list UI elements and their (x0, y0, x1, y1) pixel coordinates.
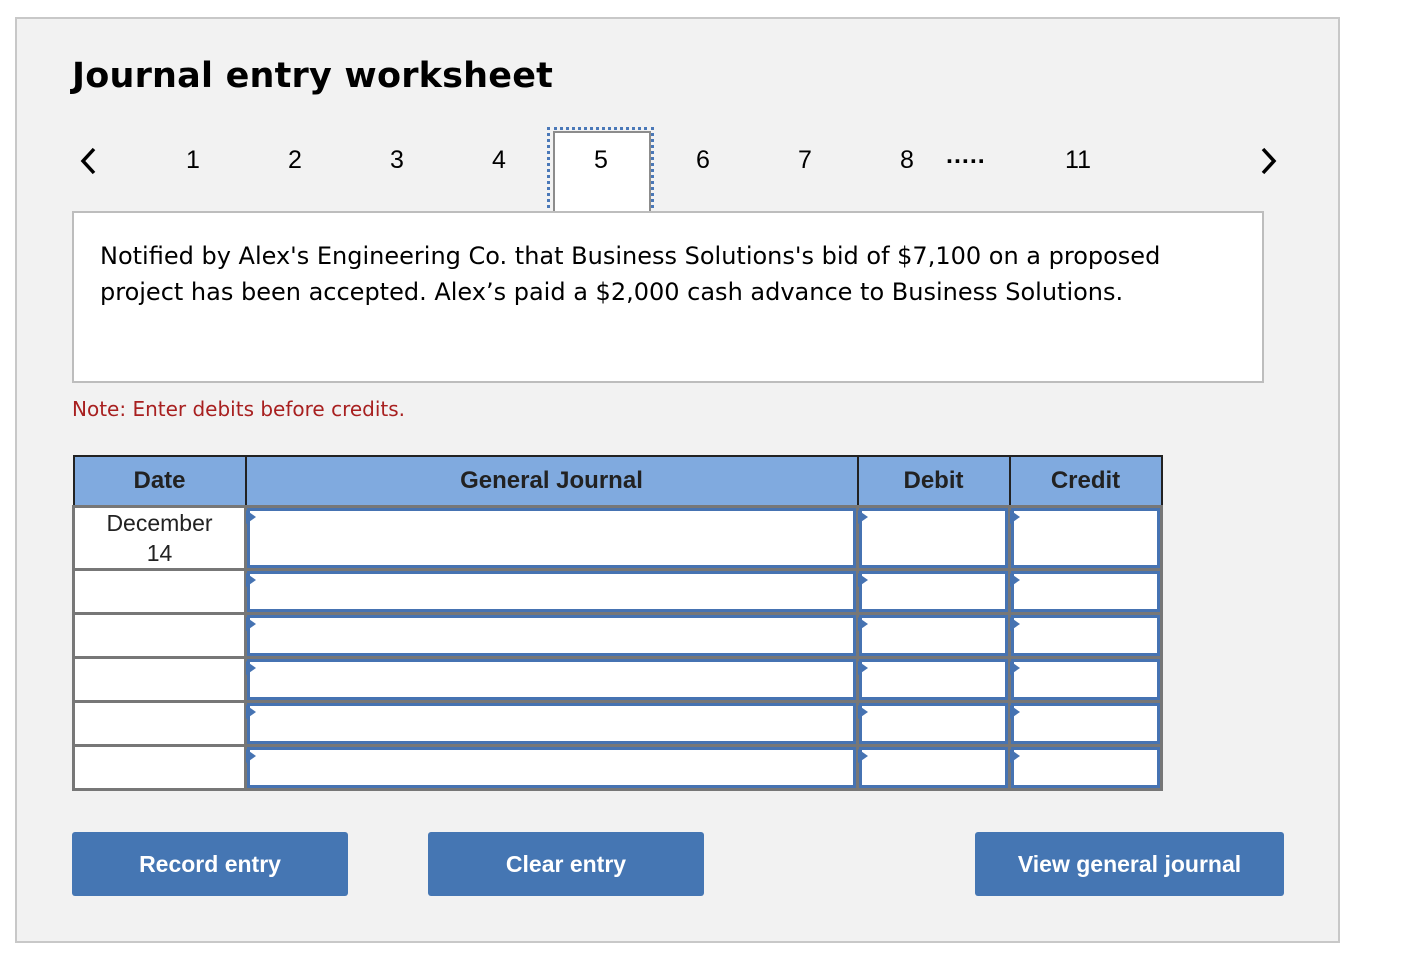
table-header-row: Date General Journal Debit Credit (72, 455, 1163, 508)
credit-input[interactable] (1011, 659, 1160, 700)
credit-input[interactable] (1011, 703, 1160, 744)
page-4[interactable]: 4 (479, 146, 519, 175)
date-cell[interactable] (72, 656, 247, 703)
debit-cell (856, 568, 1011, 615)
table-row (72, 568, 1163, 615)
dropdown-flag-icon (246, 705, 256, 719)
column-header-credit: Credit (1008, 455, 1163, 508)
debit-cell (856, 744, 1011, 791)
page-8[interactable]: 8 (887, 146, 927, 175)
clear-entry-button[interactable]: Clear entry (428, 832, 704, 896)
account-select[interactable] (247, 571, 856, 612)
debit-input[interactable] (859, 571, 1008, 612)
table-row (72, 612, 1163, 659)
column-header-debit: Debit (856, 455, 1011, 508)
dropdown-flag-icon (858, 573, 868, 587)
dropdown-flag-icon (1010, 573, 1020, 587)
dropdown-flag-icon (858, 705, 868, 719)
page-6[interactable]: 6 (683, 146, 723, 175)
debit-input[interactable] (859, 747, 1008, 788)
table-row (72, 656, 1163, 703)
dropdown-flag-icon (246, 510, 256, 524)
account-select[interactable] (247, 659, 856, 700)
table-row (72, 700, 1163, 747)
page-title: Journal entry worksheet (72, 56, 554, 96)
debit-input[interactable] (859, 659, 1008, 700)
dropdown-flag-icon (246, 661, 256, 675)
account-cell (244, 700, 859, 747)
page-2[interactable]: 2 (275, 146, 315, 175)
next-page-button[interactable] (1253, 141, 1283, 181)
pagination-ellipsis: ..... (946, 141, 986, 169)
page-7[interactable]: 7 (785, 146, 825, 175)
account-cell (244, 505, 859, 571)
chevron-right-icon (1261, 147, 1277, 175)
account-select[interactable] (247, 508, 856, 568)
table-row: December 14 (72, 505, 1163, 571)
debit-input[interactable] (859, 508, 1008, 568)
chevron-left-icon (80, 147, 96, 175)
credit-input[interactable] (1011, 747, 1160, 788)
debit-input[interactable] (859, 703, 1008, 744)
account-cell (244, 656, 859, 703)
dropdown-flag-icon (858, 510, 868, 524)
credit-cell (1008, 612, 1163, 659)
journal-table: Date General Journal Debit Credit Decemb… (72, 455, 1163, 791)
column-header-date: Date (72, 455, 247, 508)
credit-input[interactable] (1011, 508, 1160, 568)
dropdown-flag-icon (1010, 705, 1020, 719)
date-cell[interactable] (72, 744, 247, 791)
debit-cell (856, 612, 1011, 659)
page-11[interactable]: 11 (1058, 146, 1098, 175)
dropdown-flag-icon (858, 617, 868, 631)
dropdown-flag-icon (1010, 661, 1020, 675)
credit-input[interactable] (1011, 615, 1160, 656)
debit-cell (856, 700, 1011, 747)
debit-cell (856, 656, 1011, 703)
credit-cell (1008, 744, 1163, 791)
credit-cell (1008, 505, 1163, 571)
instruction-note: Note: Enter debits before credits. (72, 397, 406, 421)
date-cell: December 14 (72, 505, 247, 571)
transaction-description: Notified by Alex's Engineering Co. that … (100, 242, 1161, 306)
date-cell[interactable] (72, 612, 247, 659)
dropdown-flag-icon (246, 573, 256, 587)
account-cell (244, 612, 859, 659)
account-select[interactable] (247, 615, 856, 656)
credit-cell (1008, 656, 1163, 703)
date-cell[interactable] (72, 568, 247, 615)
page-5[interactable]: 5 (581, 146, 621, 175)
dropdown-flag-icon (858, 749, 868, 763)
record-entry-button[interactable]: Record entry (72, 832, 348, 896)
debit-cell (856, 505, 1011, 571)
credit-cell (1008, 700, 1163, 747)
account-cell (244, 568, 859, 615)
account-select[interactable] (247, 747, 856, 788)
prev-page-button[interactable] (74, 141, 104, 181)
dropdown-flag-icon (858, 661, 868, 675)
table-row (72, 744, 1163, 791)
dropdown-flag-icon (1010, 749, 1020, 763)
page-1[interactable]: 1 (173, 146, 213, 175)
date-cell[interactable] (72, 700, 247, 747)
view-general-journal-button[interactable]: View general journal (975, 832, 1284, 896)
credit-cell (1008, 568, 1163, 615)
column-header-general-journal: General Journal (244, 455, 859, 508)
debit-input[interactable] (859, 615, 1008, 656)
page-3[interactable]: 3 (377, 146, 417, 175)
account-cell (244, 744, 859, 791)
account-select[interactable] (247, 703, 856, 744)
dropdown-flag-icon (1010, 510, 1020, 524)
dropdown-flag-icon (246, 749, 256, 763)
dropdown-flag-icon (246, 617, 256, 631)
credit-input[interactable] (1011, 571, 1160, 612)
dropdown-flag-icon (1010, 617, 1020, 631)
